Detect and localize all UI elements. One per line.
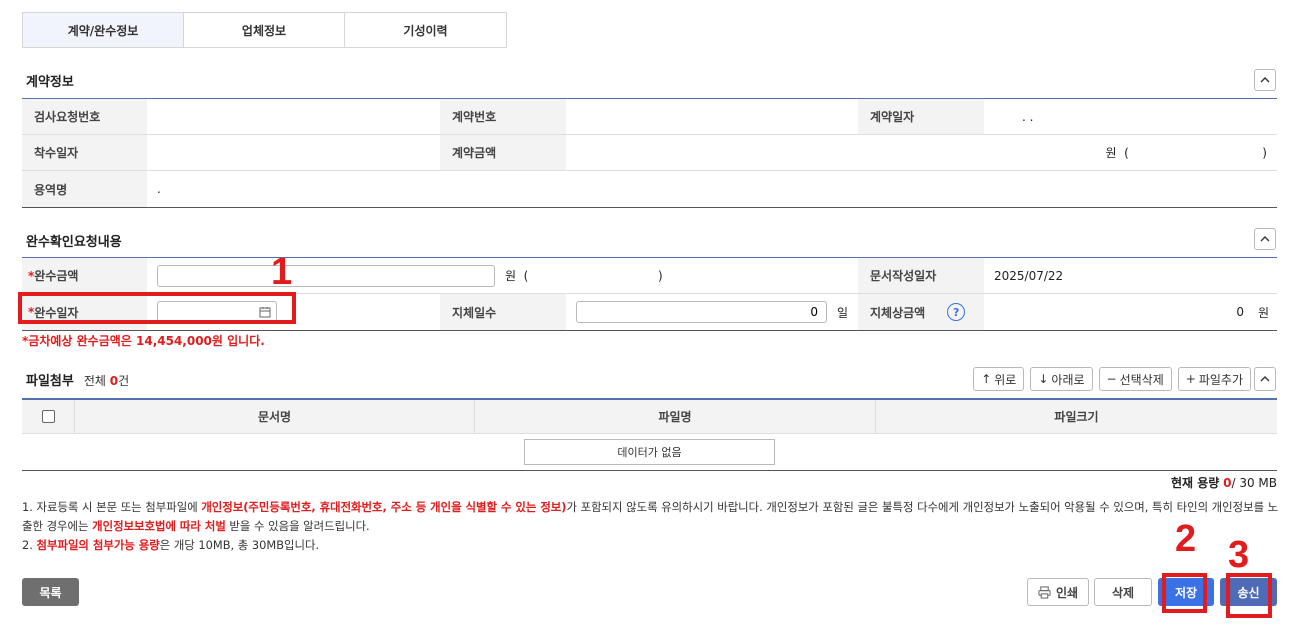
file-section-header: 파일첨부 전체 0건 bbox=[26, 370, 129, 389]
doc-date-value: 2025/07/22 bbox=[994, 268, 1064, 283]
contract-amount-label: 계약금액 bbox=[440, 135, 566, 170]
delay-penalty-cell: 0 원 bbox=[984, 294, 1277, 330]
print-button[interactable]: 인쇄 bbox=[1027, 578, 1089, 606]
list-button[interactable]: 목록 bbox=[22, 578, 79, 606]
delay-penalty-unit: 원 bbox=[1257, 305, 1269, 320]
column-file-size: 파일크기 bbox=[1054, 410, 1099, 424]
completion-collapse-button[interactable] bbox=[1254, 228, 1276, 250]
annotation-number-1: 1 bbox=[271, 251, 293, 293]
chevron-up-icon bbox=[1260, 236, 1270, 242]
note-2: 2. 첨부파일의 첨부가능 용량은 개당 10MB, 총 30MB입니다. bbox=[22, 536, 1280, 555]
privacy-notes: 1. 자료등록 시 본문 또는 첨부파일에 개인정보(주민등록번호, 휴대전화번… bbox=[22, 498, 1280, 555]
completion-amount-label: 완수금액 bbox=[34, 269, 79, 283]
delay-days-input[interactable] bbox=[576, 301, 827, 323]
contract-amount-value: 원 ( ) bbox=[1105, 146, 1267, 160]
delay-penalty-label: 지체상금액 bbox=[870, 305, 926, 320]
file-section-title: 파일첨부 bbox=[26, 374, 74, 389]
help-icon[interactable]: ? bbox=[947, 303, 966, 321]
contract-row-3: 용역명 . bbox=[22, 171, 1277, 207]
plus-icon: + bbox=[1185, 372, 1196, 386]
annotation-number-3: 3 bbox=[1228, 534, 1250, 576]
note-1-highlight-b: 개인정보(주민등록번호, 휴대전화번호, 주소 등 개인을 식별할 수 있는 정… bbox=[201, 500, 567, 514]
storage-capacity: 현재 용량 0/ 30 MB bbox=[1171, 474, 1277, 491]
annotation-box-3 bbox=[1226, 573, 1272, 618]
delay-penalty-label-cell: 지체상금액 ? bbox=[858, 294, 984, 330]
contract-no-label: 계약번호 bbox=[440, 99, 566, 134]
note-1-highlight-d: 개인정보보호법에 따라 처벌 bbox=[92, 519, 226, 533]
delay-days-unit: 일 bbox=[836, 305, 848, 320]
contract-collapse-button[interactable] bbox=[1254, 69, 1276, 91]
delay-days-label: 지체일수 bbox=[440, 294, 566, 330]
file-table: 문서명 파일명 파일크기 데이터가 없음 bbox=[22, 398, 1277, 471]
print-label: 인쇄 bbox=[1055, 585, 1079, 600]
move-down-button[interactable]: ↓ 아래로 bbox=[1030, 367, 1093, 391]
file-total-count: 전체 0건 bbox=[84, 372, 129, 389]
contract-row-2: 착수일자 계약금액 원 ( ) bbox=[22, 135, 1277, 171]
start-date-label: 착수일자 bbox=[22, 135, 147, 170]
arrow-up-icon: ↑ bbox=[981, 372, 992, 386]
printer-icon bbox=[1038, 585, 1051, 599]
move-up-label: 위로 bbox=[994, 372, 1017, 387]
delete-selected-button[interactable]: − 선택삭제 bbox=[1098, 367, 1172, 391]
note-1: 1. 자료등록 시 본문 또는 첨부파일에 개인정보(주민등록번호, 휴대전화번… bbox=[22, 498, 1280, 536]
file-total-prefix: 전체 bbox=[83, 374, 106, 388]
service-name-value: . bbox=[157, 182, 161, 196]
contract-row-1: 검사요청번호 계약번호 계약일자 . . bbox=[22, 99, 1277, 135]
tab-contract-completion[interactable]: 계약/완수정보 bbox=[23, 13, 184, 47]
completion-section-title: 완수확인요청내용 bbox=[26, 235, 122, 250]
file-table-body: 데이터가 없음 bbox=[22, 434, 1277, 470]
column-file-name: 파일명 bbox=[475, 400, 876, 433]
completion-row-1: * 완수금액 원 ( ) 문서작성일자 2025/07/22 bbox=[22, 258, 1277, 294]
capacity-label: 현재 용량 bbox=[1170, 476, 1220, 490]
chevron-up-icon bbox=[1260, 376, 1270, 382]
column-doc-name: 문서명 bbox=[75, 400, 475, 433]
file-toolbar: ↑ 위로 ↓ 아래로 − 선택삭제 + 파일추가 bbox=[973, 367, 1251, 391]
tab-bar: 계약/완수정보 업체정보 기성이력 bbox=[22, 12, 507, 48]
inspection-no-value bbox=[147, 99, 440, 134]
tab-vendor-info[interactable]: 업체정보 bbox=[184, 13, 345, 47]
note-2-text-a: 2. bbox=[22, 538, 37, 552]
inspection-no-label: 검사요청번호 bbox=[22, 99, 147, 134]
note-2-highlight-b: 첨부파일의 첨부가능 용량 bbox=[36, 538, 160, 552]
arrow-down-icon: ↓ bbox=[1038, 372, 1049, 386]
tab-progress-history[interactable]: 기성이력 bbox=[345, 13, 506, 47]
select-all-checkbox[interactable] bbox=[41, 410, 55, 423]
add-file-label: 파일추가 bbox=[1198, 372, 1243, 387]
delay-days-cell: 일 bbox=[566, 294, 858, 330]
expected-amount-notice: *금차예상 완수금액은 14,454,000원 입니다. bbox=[22, 334, 265, 348]
doc-date-label: 문서작성일자 bbox=[858, 258, 984, 293]
annotation-box-1 bbox=[18, 292, 296, 324]
move-down-label: 아래로 bbox=[1051, 372, 1085, 387]
select-all-cell bbox=[22, 400, 75, 433]
delay-penalty-value: 0 bbox=[1236, 305, 1244, 319]
capacity-total: / 30 MB bbox=[1231, 476, 1277, 490]
empty-message: 데이터가 없음 bbox=[524, 439, 775, 465]
service-name-label: 용역명 bbox=[22, 171, 147, 207]
move-up-button[interactable]: ↑ 위로 bbox=[973, 367, 1025, 391]
add-file-button[interactable]: + 파일추가 bbox=[1177, 367, 1251, 391]
contract-date-label: 계약일자 bbox=[858, 99, 984, 134]
start-date-value bbox=[147, 135, 440, 170]
contract-info-grid: 검사요청번호 계약번호 계약일자 . . 착수일자 계약금액 원 ( ) 용역명… bbox=[22, 98, 1277, 208]
contract-section-title: 계약정보 bbox=[26, 75, 74, 90]
note-2-text-c: 은 개당 10MB, 총 30MB입니다. bbox=[159, 538, 320, 552]
delete-selected-label: 선택삭제 bbox=[1119, 372, 1164, 387]
file-table-header: 문서명 파일명 파일크기 bbox=[22, 400, 1277, 434]
delete-button[interactable]: 삭제 bbox=[1094, 578, 1152, 606]
contract-no-value bbox=[566, 99, 858, 134]
annotation-box-2 bbox=[1162, 573, 1207, 613]
file-collapse-button[interactable] bbox=[1254, 367, 1276, 391]
chevron-up-icon bbox=[1260, 77, 1270, 83]
completion-amount-unit: 원 ( ) bbox=[505, 269, 663, 283]
completion-amount-label-cell: * 완수금액 bbox=[22, 258, 147, 293]
annotation-number-2: 2 bbox=[1175, 518, 1197, 560]
note-1-text-a: 1. 자료등록 시 본문 또는 첨부파일에 bbox=[22, 500, 202, 514]
completion-amount-input[interactable] bbox=[157, 264, 495, 287]
contract-date-value: . . bbox=[1022, 109, 1034, 124]
file-total-suffix: 건 bbox=[118, 374, 130, 388]
file-total-number: 0 bbox=[109, 374, 119, 388]
completion-amount-cell: 원 ( ) bbox=[147, 258, 858, 293]
minus-icon: − bbox=[1106, 372, 1117, 386]
note-1-text-e: 받을 수 있음을 알려드립니다. bbox=[225, 519, 370, 533]
